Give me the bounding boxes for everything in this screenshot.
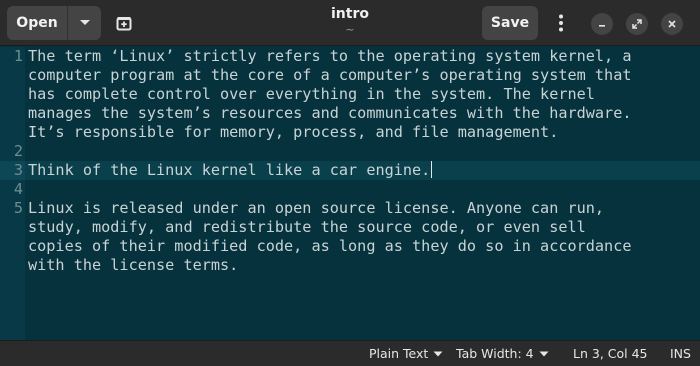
document-title: intro — [331, 6, 369, 22]
title-block: intro ~ — [250, 5, 450, 37]
line-text: copies of their modified code, as long a… — [28, 237, 632, 255]
line-number: 3 — [13, 161, 23, 179]
line-number: 4 — [13, 180, 23, 198]
chevron-down-icon — [79, 20, 90, 25]
save-button[interactable]: Save — [482, 6, 538, 40]
line-number: 5 — [13, 199, 23, 217]
cursor-position[interactable]: Ln 3, Col 45 — [573, 346, 648, 361]
text-editor[interactable]: 1 The term ‘Linux’ strictly refers to the… — [0, 47, 700, 340]
document-path: ~ — [345, 23, 355, 36]
new-tab-button[interactable] — [110, 8, 138, 38]
line-number: 1 — [13, 47, 23, 65]
minimize-icon — [599, 25, 605, 27]
open-button[interactable]: Open — [7, 6, 67, 40]
chevron-down-icon — [539, 351, 549, 356]
open-recent-button[interactable] — [68, 6, 101, 40]
line-number: 2 — [13, 142, 23, 160]
line-text: study, modify, and redistribute the sour… — [28, 218, 586, 236]
line-text: with the license terms. — [28, 256, 239, 274]
tab-width-label: Tab Width: 4 — [456, 346, 534, 361]
cursor-position-label: Ln 3, Col 45 — [573, 346, 648, 361]
line-text: has complete control over everything in … — [28, 85, 595, 103]
line-text: The term ‘Linux’ strictly refers to the … — [28, 47, 632, 65]
close-button[interactable] — [661, 13, 683, 35]
tab-width-selector[interactable]: Tab Width: 4 — [456, 346, 549, 361]
line-text: Linux is released under an open source l… — [28, 199, 605, 217]
line-text: computer program at the core of a comput… — [28, 66, 632, 84]
line-text: manages the system’s resources and commu… — [28, 104, 632, 122]
open-button-group: Open — [7, 6, 101, 40]
insert-mode-label: INS — [670, 346, 691, 361]
line-text: Think of the Linux kernel like a car eng… — [28, 161, 433, 180]
main-menu-button[interactable] — [548, 8, 574, 38]
maximize-button[interactable] — [626, 13, 648, 35]
kebab-menu-icon — [559, 14, 563, 32]
language-label: Plain Text — [369, 346, 429, 361]
insert-mode-indicator: INS — [670, 346, 691, 361]
text-cursor — [431, 161, 433, 178]
chevron-down-icon — [433, 351, 443, 356]
language-selector[interactable]: Plain Text — [369, 346, 443, 361]
new-tab-icon — [116, 17, 132, 31]
line-text: It’s responsible for memory, process, an… — [28, 123, 559, 141]
close-icon — [668, 20, 676, 28]
status-bar: Plain Text Tab Width: 4 Ln 3, Col 45 INS — [0, 340, 700, 366]
current-line-text: Think of the Linux kernel like a car eng… — [28, 161, 431, 179]
header-bar: Open intro ~ Save — [0, 0, 700, 46]
maximize-icon — [632, 19, 642, 29]
minimize-button[interactable] — [591, 13, 613, 35]
